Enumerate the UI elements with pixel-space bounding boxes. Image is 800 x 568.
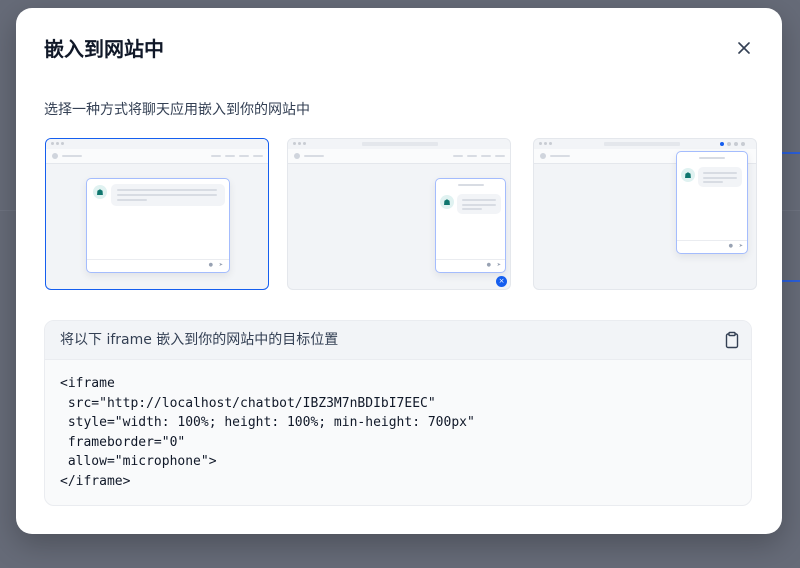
code-line: style="width: 100%; height: 100%; min-he… xyxy=(60,415,475,430)
chat-bubble-window-preview: ☗ ● ➤ xyxy=(435,178,506,273)
embed-code[interactable]: <iframe src="http://localhost/chatbot/IB… xyxy=(45,360,751,491)
extension-popup-preview: ☗ ● ➤ xyxy=(676,151,748,254)
code-line: allow="microphone"> xyxy=(60,454,217,469)
close-button[interactable] xyxy=(732,36,756,60)
option-iframe-fullpage[interactable]: ☗ ● ➤ xyxy=(45,138,269,290)
bot-avatar-icon: ☗ xyxy=(93,185,107,199)
option-floating-bubble[interactable]: ☗ ● ➤ × xyxy=(287,138,511,290)
code-line: src="http://localhost/chatbot/IBZ3M7nBDI… xyxy=(60,395,436,411)
chat-window-preview: ☗ ● ➤ xyxy=(86,178,230,273)
bot-avatar-icon: ☗ xyxy=(681,168,695,182)
code-panel: 将以下 iframe 嵌入到你的网站中的目标位置 <iframe src="ht… xyxy=(44,320,752,506)
send-icon: ➤ xyxy=(496,262,501,268)
mic-icon: ● xyxy=(486,262,491,268)
mic-icon: ● xyxy=(728,243,733,249)
copy-button[interactable] xyxy=(723,331,741,349)
send-icon: ➤ xyxy=(218,262,223,268)
code-line: </iframe> xyxy=(60,473,131,489)
code-line: frameborder="0" xyxy=(60,434,186,450)
clipboard-icon xyxy=(725,331,739,349)
mic-icon: ● xyxy=(208,262,213,268)
close-icon xyxy=(738,42,750,54)
embed-dialog: 嵌入到网站中 选择一种方式将聊天应用嵌入到你的网站中 ☗ ● ➤ ☗ ● ➤ ×… xyxy=(16,8,782,534)
option-chrome-extension[interactable]: ☗ ● ➤ xyxy=(533,138,757,290)
browser-nav xyxy=(46,149,268,164)
code-panel-header: 将以下 iframe 嵌入到你的网站中的目标位置 xyxy=(45,321,751,360)
bot-avatar-icon: ☗ xyxy=(440,195,454,209)
chat-launcher-icon: × xyxy=(496,276,507,287)
dialog-subtitle: 选择一种方式将聊天应用嵌入到你的网站中 xyxy=(44,102,310,118)
browser-nav xyxy=(288,149,510,164)
send-icon: ➤ xyxy=(738,243,743,249)
code-line: <iframe xyxy=(60,376,115,391)
code-panel-title: 将以下 iframe 嵌入到你的网站中的目标位置 xyxy=(60,332,339,348)
extension-icon xyxy=(720,142,724,146)
dialog-title: 嵌入到网站中 xyxy=(44,37,164,61)
